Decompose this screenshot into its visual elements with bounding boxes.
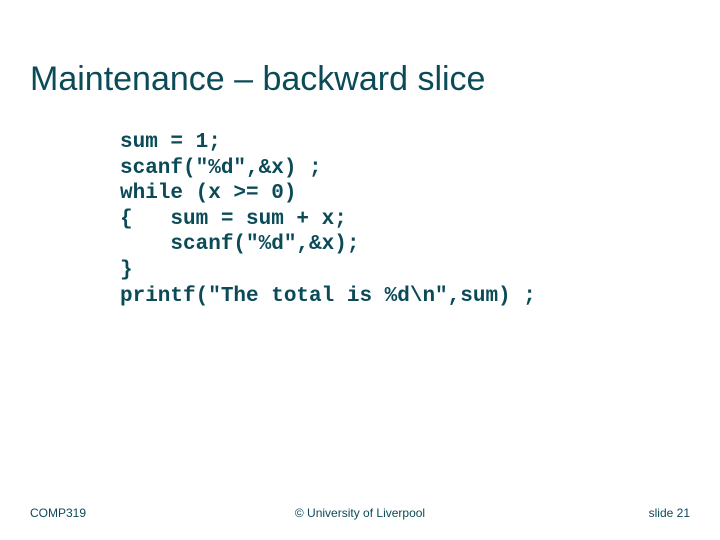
slide: Maintenance – backward slice sum = 1; sc… xyxy=(0,0,720,540)
footer: COMP319 © University of Liverpool slide … xyxy=(0,500,720,520)
footer-copyright: © University of Liverpool xyxy=(0,506,720,520)
slide-title: Maintenance – backward slice xyxy=(30,60,485,99)
code-block: sum = 1; scanf("%d",&x) ; while (x >= 0)… xyxy=(120,130,536,309)
footer-slide-number: slide 21 xyxy=(649,506,690,520)
